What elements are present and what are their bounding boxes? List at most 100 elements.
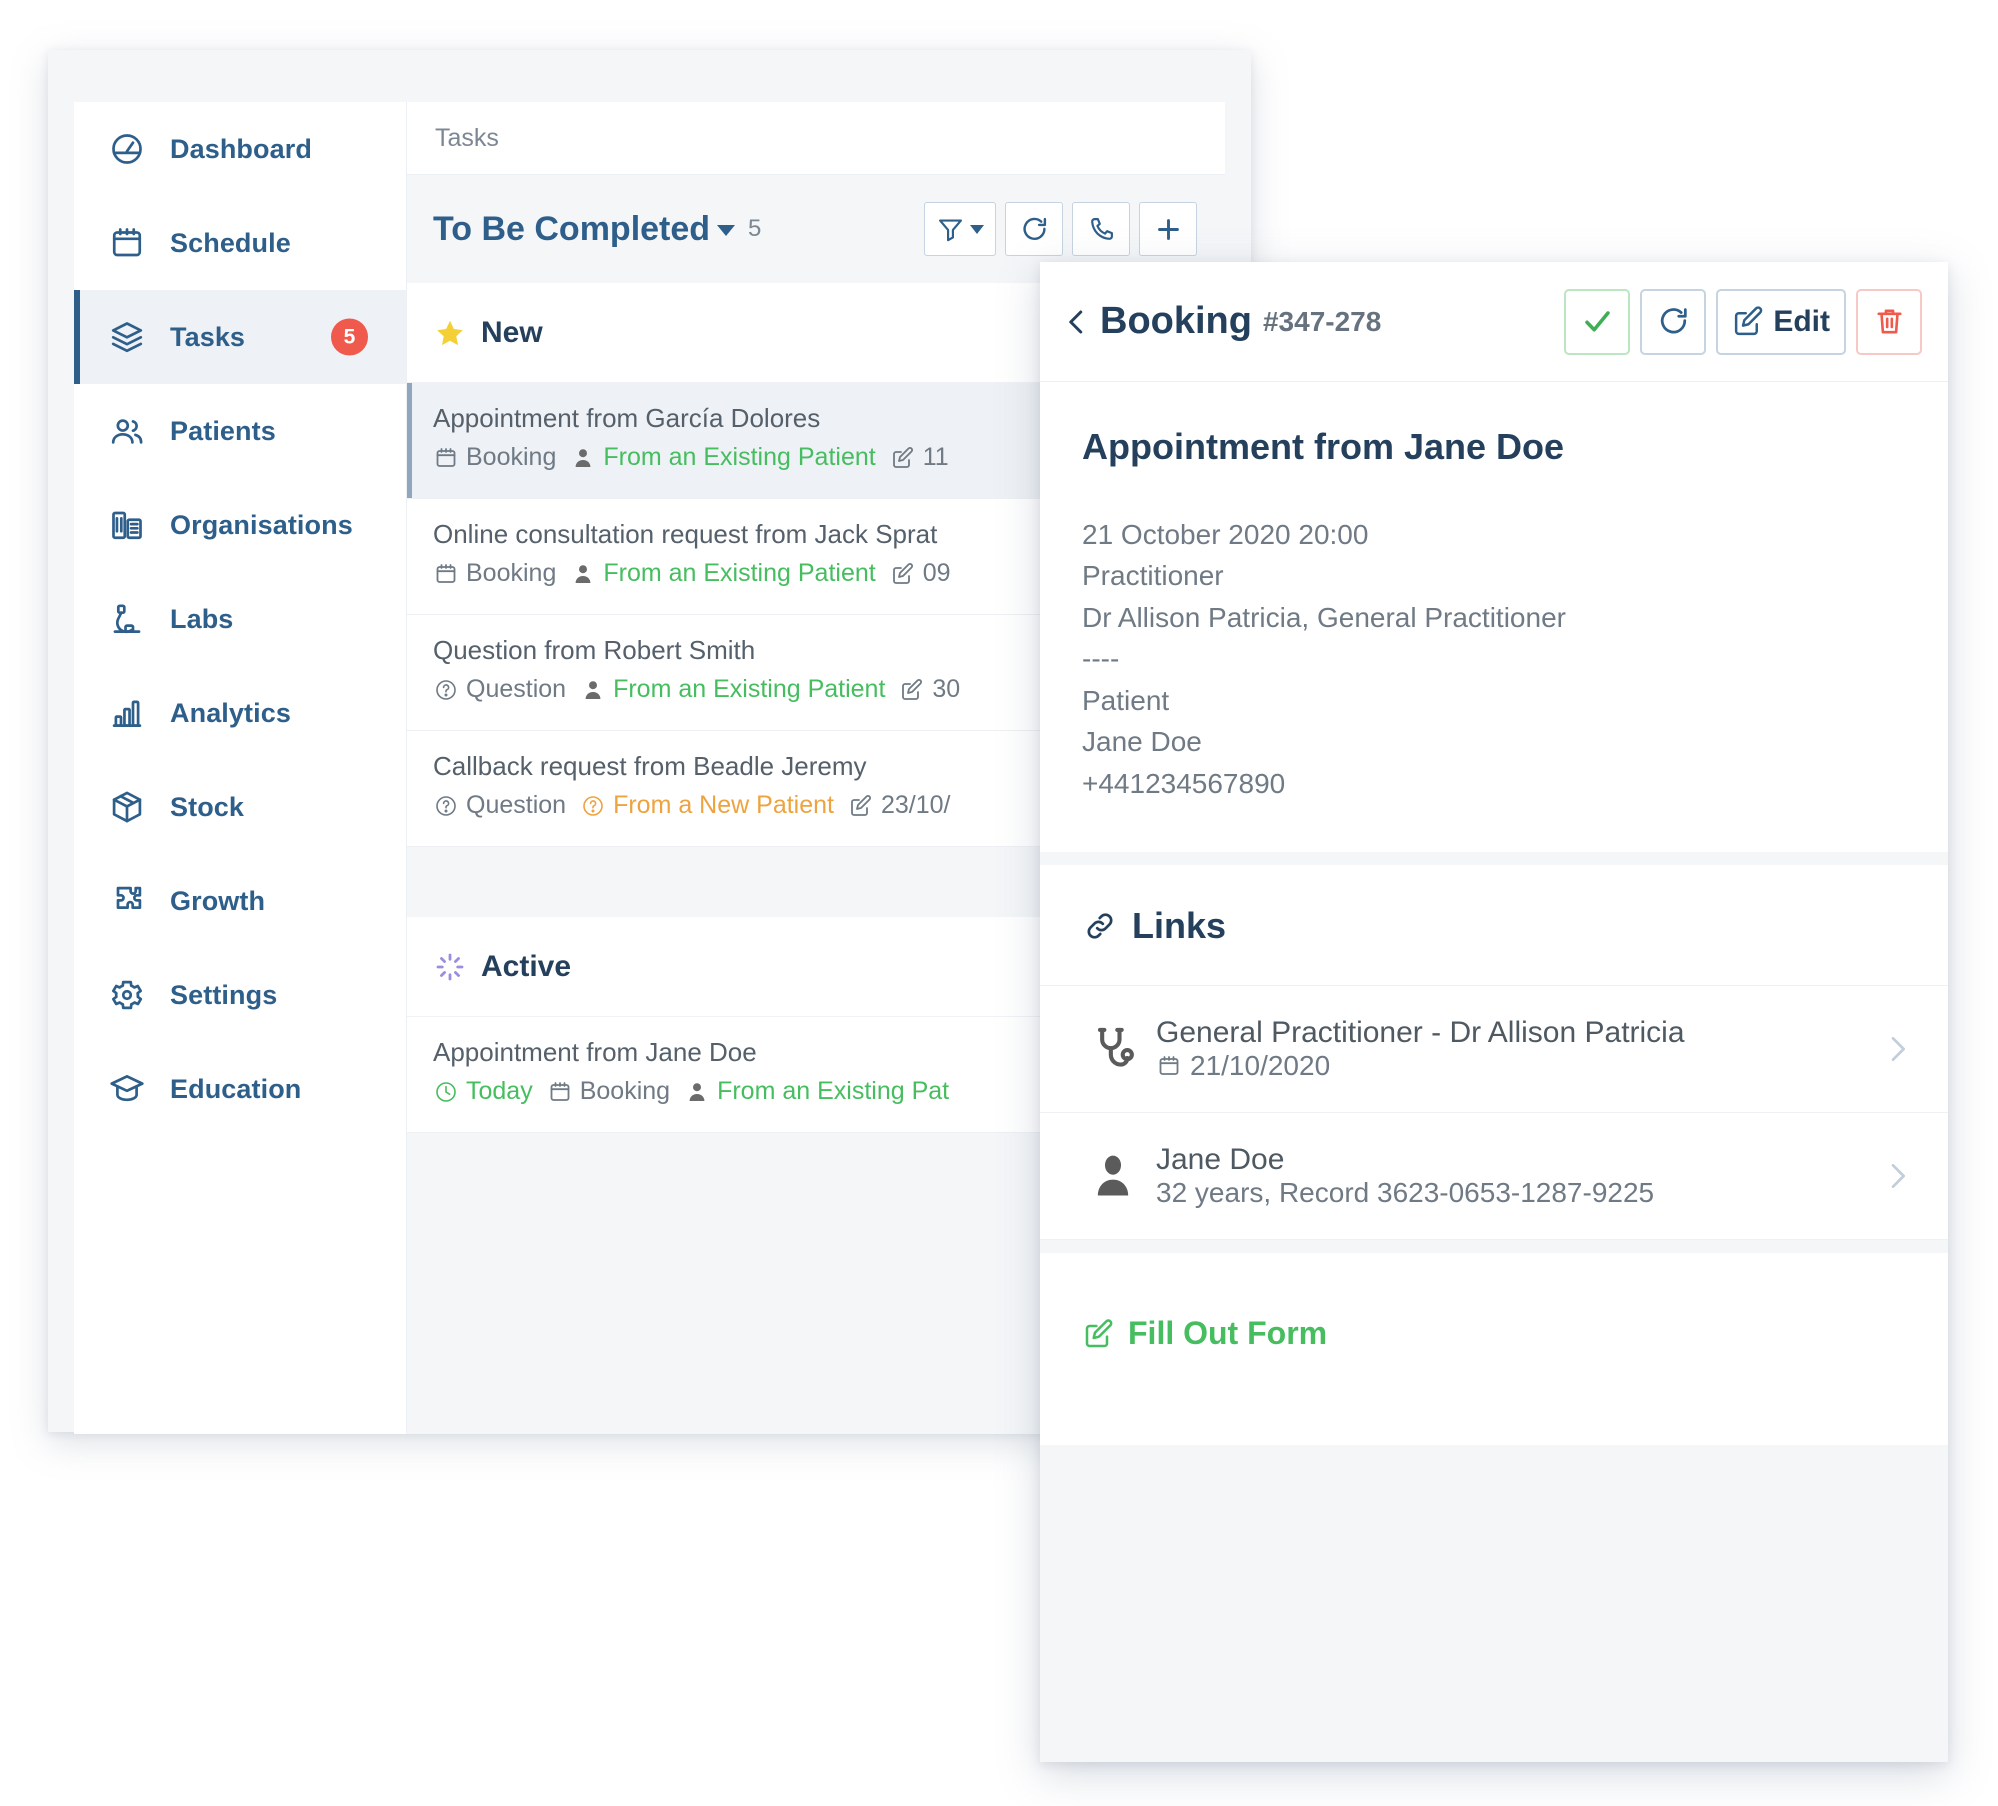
person-avatar-icon [1082, 1150, 1144, 1202]
trash-icon [1873, 305, 1906, 338]
summary-line: Jane Doe [1082, 726, 1202, 758]
sidebar-item-label: Tasks [170, 321, 246, 352]
sidebar-item-organisations[interactable]: Organisations [74, 478, 406, 572]
task-meta-item: Today [433, 1077, 533, 1106]
task-meta-label: Booking [466, 559, 557, 587]
calendar-icon [547, 1079, 573, 1105]
delete-button[interactable] [1856, 288, 1922, 355]
spinner-icon [433, 950, 467, 984]
form-panel: Fill Out Form [1040, 1253, 1948, 1445]
sidebar-item-schedule[interactable]: Schedule [74, 196, 406, 290]
sidebar-item-stock[interactable]: Stock [74, 760, 406, 854]
chevron-left-icon[interactable] [1060, 305, 1094, 339]
links-panel: Links General Practitioner - Dr Allison … [1040, 865, 1948, 1241]
task-meta-item: Question [433, 675, 566, 704]
sidebar-item-label: Stock [170, 791, 245, 822]
links-header: Links [1040, 865, 1948, 987]
add-button[interactable] [1139, 202, 1197, 256]
task-meta-item: From an Existing Pat [684, 1077, 949, 1106]
task-meta-item: Booking [433, 559, 556, 588]
refresh-icon [1020, 215, 1049, 244]
puzzle-icon [105, 879, 149, 923]
sidebar-item-education[interactable]: Education [74, 1042, 406, 1136]
task-meta-label: 23/10/ [880, 791, 951, 819]
calendar-icon [1156, 1053, 1182, 1079]
sidebar-item-label: Schedule [170, 227, 291, 258]
refresh-icon [1657, 305, 1690, 338]
task-list-title-label: To Be Completed [433, 209, 711, 248]
sidebar-item-label: Growth [170, 885, 266, 916]
question-circle-icon [433, 677, 459, 703]
task-meta-label: 11 [922, 443, 949, 471]
task-meta-label: Today [466, 1077, 533, 1105]
link-item[interactable]: Jane Doe 32 years, Record 3623-0653-1287-… [1040, 1113, 1948, 1241]
task-meta-label: From a New Patient [613, 791, 834, 819]
task-group-title: Active [481, 949, 572, 983]
sidebar-item-tasks[interactable]: Tasks 5 [74, 290, 406, 384]
task-list-title-dropdown[interactable]: To Be Completed [433, 209, 736, 249]
link-secondary-label: 32 years, Record 3623-0653-1287-9225 [1156, 1177, 1880, 1209]
summary-line: Dr Allison Patricia, General Practitione… [1082, 601, 1566, 633]
task-meta-item: From an Existing Patient [570, 443, 876, 472]
complete-button[interactable] [1564, 288, 1631, 355]
chevron-right-icon[interactable] [1880, 1160, 1914, 1192]
task-list-count: 5 [748, 215, 762, 242]
summary-line: +441234567890 [1082, 767, 1286, 799]
edit-square-icon [1732, 305, 1765, 338]
task-meta-item: Booking [547, 1077, 670, 1106]
filter-button[interactable] [924, 202, 996, 256]
clock-icon [433, 1079, 459, 1105]
task-meta-label: 30 [932, 675, 961, 703]
breadcrumb-label: Tasks [435, 123, 499, 152]
sidebar-item-label: Education [170, 1073, 302, 1104]
links-list: General Practitioner - Dr Allison Patric… [1040, 986, 1948, 1241]
edit-square-icon [890, 445, 916, 471]
chevron-right-icon[interactable] [1880, 1033, 1914, 1065]
summary-line: 21 October 2020 20:00 [1082, 519, 1369, 550]
calendar-icon [105, 221, 149, 265]
edit-button[interactable]: Edit [1716, 288, 1846, 355]
edit-square-icon [890, 561, 916, 587]
task-meta-item: 30 [899, 675, 960, 704]
sidebar-item-growth[interactable]: Growth [74, 854, 406, 948]
question-circle-icon [580, 793, 606, 819]
link-item[interactable]: General Practitioner - Dr Allison Patric… [1040, 986, 1948, 1114]
check-icon [1581, 305, 1614, 338]
gear-icon [105, 973, 149, 1017]
screenshot-root: Dashboard Schedule Tasks 5 Patients Organisat… [0, 0, 1998, 1806]
person-icon [684, 1079, 710, 1105]
buildings-icon [105, 503, 149, 547]
refresh-button[interactable] [1005, 202, 1063, 256]
sidebar-item-patients[interactable]: Patients [74, 384, 406, 478]
task-meta-label: Question [466, 675, 567, 703]
person-icon [570, 445, 596, 471]
sidebar-item-settings[interactable]: Settings [74, 948, 406, 1042]
sidebar-item-labs[interactable]: Labs [74, 572, 406, 666]
person-icon [580, 677, 606, 703]
call-button[interactable] [1072, 202, 1130, 256]
microscope-icon [105, 597, 149, 641]
booking-summary-title: Appointment from Jane Doe [1082, 426, 1565, 467]
booking-summary-panel: Appointment from Jane Doe 21 October 202… [1040, 382, 1948, 853]
people-icon [105, 409, 149, 453]
sidebar-item-label: Dashboard [170, 133, 312, 164]
status-badge: 5 [331, 318, 368, 356]
task-meta-label: From an Existing Pat [717, 1077, 950, 1105]
sidebar-item-dashboard[interactable]: Dashboard [74, 102, 406, 196]
calendar-icon [433, 445, 459, 471]
sidebar-item-label: Settings [170, 979, 278, 1010]
stethoscope-icon [1082, 1023, 1144, 1075]
summary-line: ---- [1082, 643, 1120, 675]
link-secondary-label: 21/10/2020 [1156, 1050, 1880, 1082]
sidebar-item-label: Analytics [170, 697, 291, 728]
detail-header: Booking #347-278 Edit [1040, 262, 1948, 382]
link-secondary-text: 21/10/2020 [1190, 1050, 1331, 1082]
graduation-cap-icon [105, 1067, 149, 1111]
task-meta-label: Booking [579, 1077, 671, 1105]
box-icon [105, 785, 149, 829]
edit-square-icon [848, 793, 874, 819]
fill-out-form-button[interactable]: Fill Out Form [1082, 1315, 1327, 1352]
sidebar-item-analytics[interactable]: Analytics [74, 666, 406, 760]
task-meta-label: From an Existing Patient [613, 675, 886, 703]
refresh-button[interactable] [1640, 288, 1707, 355]
